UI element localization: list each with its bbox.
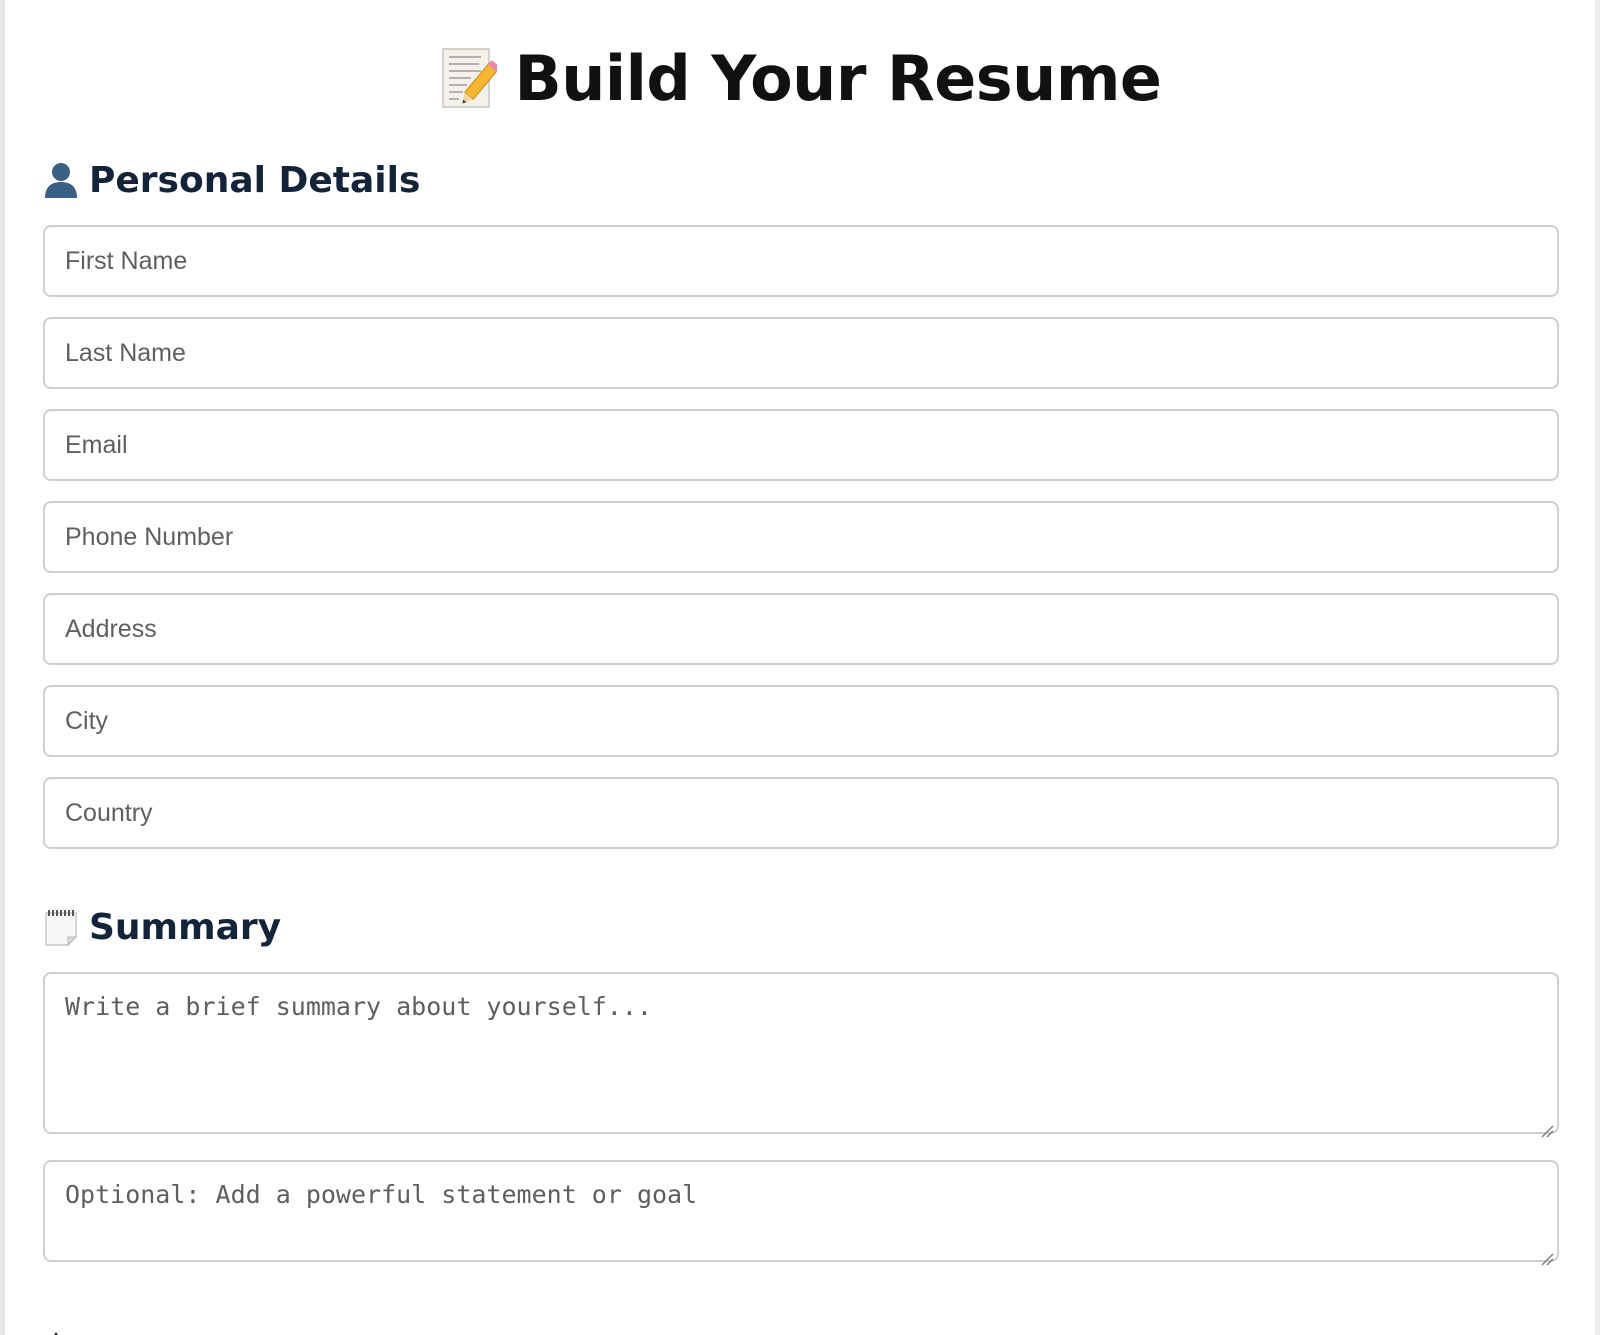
first-name-field[interactable]: First Name <box>43 225 1559 297</box>
last-name-field[interactable]: Last Name <box>43 317 1559 389</box>
last-name-placeholder: Last Name <box>65 338 186 367</box>
resize-grip-icon[interactable] <box>1540 1115 1554 1138</box>
address-placeholder: Address <box>65 614 157 643</box>
email-placeholder: Email <box>65 430 128 459</box>
personal-details-heading-text: Personal Details <box>89 159 421 201</box>
personal-details-heading: Personal Details <box>43 158 1559 202</box>
resize-grip-icon[interactable] <box>1540 1243 1554 1266</box>
city-placeholder: City <box>65 706 109 735</box>
first-name-placeholder: First Name <box>65 246 188 275</box>
page-title: Build Your Resume <box>43 0 1559 117</box>
scrollbar-track[interactable] <box>1595 0 1600 1335</box>
next-section-icon <box>49 1325 63 1335</box>
country-field[interactable]: Country <box>43 777 1559 849</box>
summary-fields: Write a brief summary about yourself... … <box>43 972 1559 1266</box>
country-placeholder: Country <box>65 798 153 827</box>
phone-number-field[interactable]: Phone Number <box>43 501 1559 573</box>
personal-details-fields: First Name Last Name Email Phone Number … <box>43 225 1559 849</box>
phone-number-placeholder: Phone Number <box>65 522 234 551</box>
city-field[interactable]: City <box>43 685 1559 757</box>
summary-heading: Summary <box>43 905 1559 949</box>
summary-heading-text: Summary <box>89 906 282 948</box>
resume-form: Build Your Resume Personal Details First… <box>43 0 1559 1266</box>
summary-textarea[interactable]: Write a brief summary about yourself... <box>43 972 1559 1138</box>
notepad-icon <box>43 907 79 947</box>
person-silhouette-icon <box>43 160 79 200</box>
page-title-text: Build Your Resume <box>514 42 1162 115</box>
page-left-edge <box>0 0 5 1335</box>
memo-icon <box>441 47 500 111</box>
summary-placeholder: Write a brief summary about yourself... <box>65 992 652 1021</box>
email-field[interactable]: Email <box>43 409 1559 481</box>
address-field[interactable]: Address <box>43 593 1559 665</box>
statement-placeholder: Optional: Add a powerful statement or go… <box>65 1180 698 1209</box>
statement-textarea[interactable]: Optional: Add a powerful statement or go… <box>43 1160 1559 1266</box>
